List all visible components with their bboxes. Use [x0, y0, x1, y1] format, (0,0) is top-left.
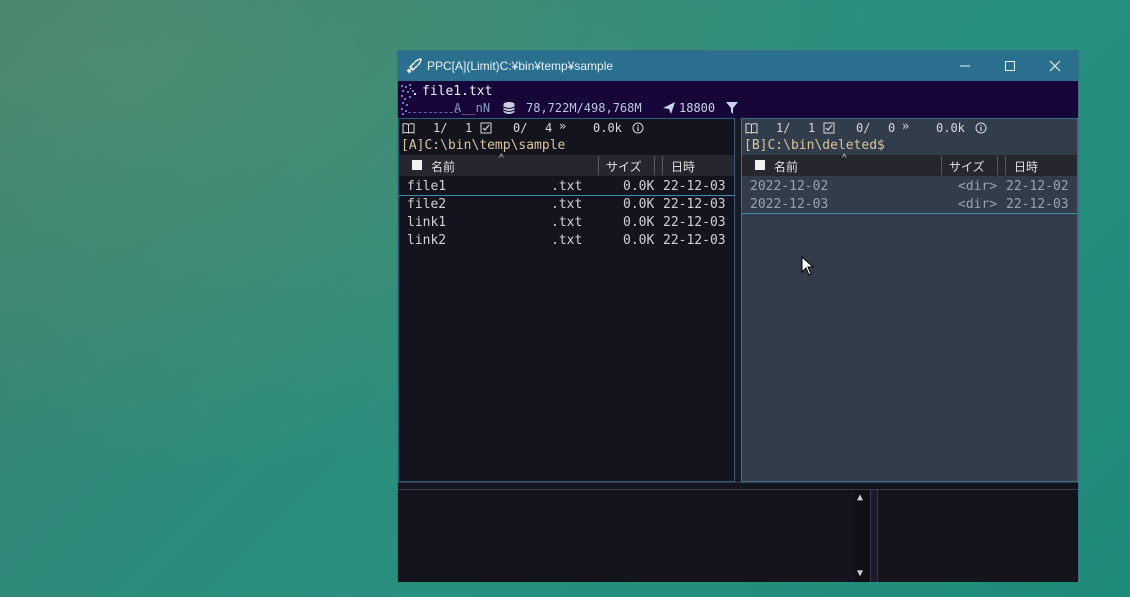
book-icon — [402, 123, 415, 134]
file-name: file2 — [407, 197, 447, 212]
info-icon[interactable] — [975, 122, 987, 134]
pane-a-path: [A]C:\bin\temp\sample — [401, 138, 566, 153]
dir-name: 2022-12-02 — [750, 179, 829, 194]
column-divider[interactable] — [662, 156, 663, 175]
file-size: 0.0K — [623, 233, 655, 248]
log-scrollbar[interactable]: ▲ ▼ — [854, 490, 870, 582]
pane-a-marked: 0/ — [513, 121, 528, 135]
file-name: file1 — [407, 179, 447, 194]
file-date: 22-12-03 — [663, 233, 726, 248]
dir-row[interactable]: 2022-12-02 <dir> 22-12-02 — [742, 178, 1077, 196]
pane-a-position: 1/ — [433, 121, 448, 135]
file-date: 22-12-03 — [663, 215, 726, 230]
log-panel[interactable] — [398, 490, 870, 582]
checkbox-icon — [823, 122, 835, 134]
file-ext: .txt — [551, 233, 583, 248]
dir-size: <dir> — [958, 197, 998, 212]
minimize-button[interactable] — [942, 51, 988, 81]
close-button[interactable] — [1032, 51, 1078, 81]
column-divider[interactable] — [1005, 156, 1006, 175]
log-splitter[interactable] — [870, 490, 878, 582]
book-icon — [745, 123, 758, 134]
filter-icon[interactable] — [726, 102, 738, 114]
file-size: 0.0K — [623, 197, 655, 212]
sort-caret-icon: ^ — [842, 153, 847, 164]
scroll-down-icon[interactable]: ▼ — [857, 568, 863, 579]
info-icon[interactable] — [632, 122, 644, 134]
file-date: 22-12-03 — [663, 179, 726, 194]
pane-b-column-header: 名前 ^ サイズ 日時 — [742, 153, 1077, 176]
pane-a-status: 1/ 1 0/ 4 » 0.0k — [399, 119, 734, 137]
file-row[interactable]: link1 .txt 0.0K 22-12-03 — [399, 214, 734, 232]
pane-b-size: 0.0k — [936, 121, 965, 135]
column-name[interactable]: 名前 — [431, 158, 455, 175]
dir-date: 22-12-02 — [1006, 179, 1069, 194]
sort-caret-icon: ^ — [499, 153, 504, 164]
side-panel[interactable] — [878, 490, 1078, 582]
dir-name: 2022-12-03 — [750, 197, 829, 212]
disk-usage: 78,722M/498,768M — [526, 101, 642, 115]
send-icon — [663, 102, 675, 114]
file-name: link1 — [407, 215, 447, 230]
column-divider[interactable] — [941, 156, 942, 175]
file-row[interactable]: file2 .txt 0.0K 22-12-03 — [399, 196, 734, 214]
maximize-button[interactable] — [987, 51, 1033, 81]
double-chevron-icon: » — [902, 119, 910, 133]
file-row[interactable]: file1 .txt 0.0K 22-12-03 — [399, 178, 734, 196]
dir-size: <dir> — [958, 179, 998, 194]
horizontal-splitter[interactable] — [398, 482, 1078, 490]
file-ext: .txt — [551, 197, 583, 212]
database-icon — [503, 102, 515, 114]
pane-a-entries: 4 — [545, 121, 553, 135]
dir-row[interactable]: 2022-12-03 <dir> 22-12-03 — [742, 196, 1077, 214]
attribute-underline — [408, 112, 458, 113]
pane-b-position: 1/ — [776, 121, 791, 135]
column-divider[interactable] — [997, 156, 998, 175]
dir-date: 22-12-03 — [1006, 197, 1069, 212]
column-size[interactable]: サイズ — [949, 158, 985, 175]
pane-b-total: 1 — [808, 121, 816, 135]
column-date[interactable]: 日時 — [671, 158, 695, 175]
close-icon — [1049, 60, 1061, 72]
entry-count: 18800 — [679, 101, 716, 115]
column-divider[interactable] — [598, 156, 599, 175]
info-bar: file1.txt A__nN 78,722M/498,768M 18800 — [398, 81, 1078, 118]
pane-b[interactable]: 1/ 1 0/ 0 » 0.0k [B]C:\bin\deleted$ 名前 ^… — [741, 118, 1078, 482]
column-name[interactable]: 名前 — [774, 158, 798, 175]
pane-b-status: 1/ 1 0/ 0 » 0.0k — [742, 119, 1077, 137]
rocket-icon — [406, 58, 422, 74]
title-bar[interactable]: PPC[A](Limit)C:¥bin¥temp¥sample — [398, 51, 1078, 81]
pane-a-column-header: 名前 ^ サイズ 日時 — [399, 153, 734, 176]
pane-a-size: 0.0k — [593, 121, 622, 135]
column-divider[interactable] — [654, 156, 655, 175]
file-size: 0.0K — [623, 179, 655, 194]
pane-a[interactable]: 1/ 1 0/ 4 » 0.0k [A]C:\bin\temp\sample 名… — [398, 118, 735, 482]
select-all-checkbox[interactable] — [755, 160, 765, 170]
pane-a-total: 1 — [465, 121, 473, 135]
mouse-cursor-icon — [801, 256, 815, 276]
file-row[interactable]: link2 .txt 0.0K 22-12-03 — [399, 232, 734, 250]
select-all-checkbox[interactable] — [412, 160, 422, 170]
pane-b-marked: 0/ — [856, 121, 871, 135]
file-ext: .txt — [551, 179, 583, 194]
file-date: 22-12-03 — [663, 197, 726, 212]
checkbox-icon — [480, 122, 492, 134]
column-date[interactable]: 日時 — [1014, 158, 1038, 175]
pane-b-entries: 0 — [888, 121, 896, 135]
minimize-icon — [960, 65, 970, 67]
ppc-window: PPC[A](Limit)C:¥bin¥temp¥sample file1.tx… — [397, 50, 1079, 582]
pane-b-path: [B]C:\bin\deleted$ — [744, 138, 885, 153]
file-size: 0.0K — [623, 215, 655, 230]
file-ext: .txt — [551, 215, 583, 230]
file-name: link2 — [407, 233, 447, 248]
double-chevron-icon: » — [559, 119, 567, 133]
file-attributes: A__nN — [454, 101, 491, 115]
current-filename: file1.txt — [422, 84, 493, 99]
scroll-up-icon[interactable]: ▲ — [857, 492, 863, 503]
window-title: PPC[A](Limit)C:¥bin¥temp¥sample — [427, 59, 614, 73]
column-size[interactable]: サイズ — [606, 158, 642, 175]
maximize-icon — [1005, 61, 1015, 71]
